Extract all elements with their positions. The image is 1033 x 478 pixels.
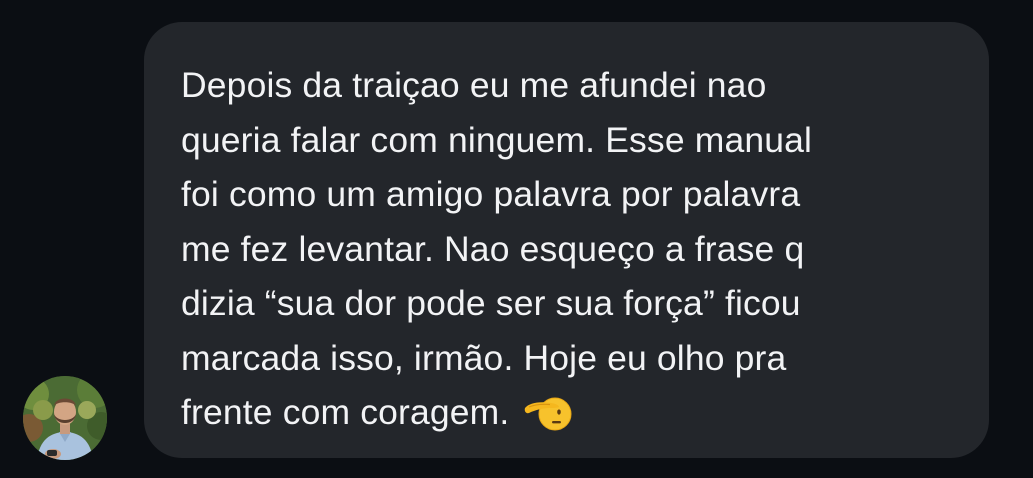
message-body: Depois da traiçao eu me afundei nao quer… — [181, 65, 813, 432]
sender-avatar[interactable] — [23, 376, 107, 460]
avatar-photo — [23, 376, 107, 460]
message-bubble[interactable]: Depois da traiçao eu me afundei nao quer… — [144, 22, 989, 458]
message-text: Depois da traiçao eu me afundei nao quer… — [181, 58, 949, 448]
chat-screen: Depois da traiçao eu me afundei nao quer… — [0, 0, 1033, 478]
saluting-face-icon — [523, 393, 573, 448]
